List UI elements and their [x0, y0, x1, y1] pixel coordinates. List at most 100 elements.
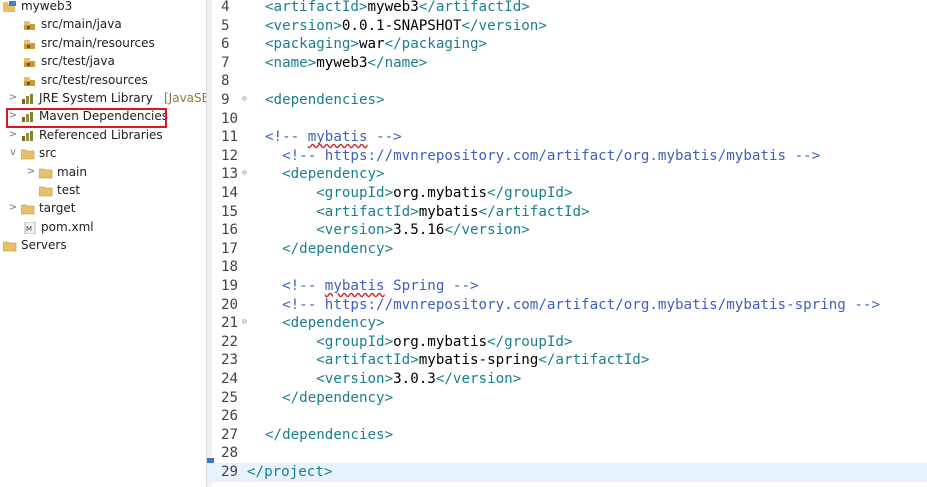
code-line[interactable]: 10: [207, 110, 927, 129]
library-icon: [21, 92, 34, 104]
code-text: <artifactId>mybatis-spring</artifactId>: [265, 351, 649, 370]
line-number: 19: [221, 278, 239, 294]
code-line[interactable]: 8: [207, 72, 927, 91]
code-line[interactable]: 13 ⊖ <dependency>: [207, 165, 927, 184]
code-text: <groupId>org.mybatis</groupId>: [265, 333, 572, 352]
fold-toggle-icon[interactable]: ⊖: [242, 168, 247, 178]
tree-item-jre[interactable]: > JRE System Library [JavaSE-11]: [0, 89, 206, 107]
xml-editor[interactable]: 4 <artifactId>myweb3</artifactId> 5 <versio…: [207, 0, 927, 487]
line-number: 18: [221, 259, 239, 276]
code-text: <!-- https://mvnrepository.com/artifact/…: [265, 147, 820, 166]
code-line[interactable]: 11 <!-- mybatis -->: [207, 128, 927, 147]
code-line[interactable]: 17 </dependency>: [207, 240, 927, 259]
tree-item-servers[interactable]: Servers: [0, 236, 206, 254]
code-text: <!-- https://mvnrepository.com/artifact/…: [265, 296, 880, 315]
code-token: <!-- https://mvnrepository.com/artifact/…: [265, 147, 821, 164]
tree-item-target[interactable]: > target: [0, 199, 206, 217]
folder-icon: [38, 166, 53, 178]
line-number: 28: [221, 445, 239, 462]
code-token: <dependency>: [265, 315, 385, 332]
tree-item-src-test-resources[interactable]: src/test/resources: [0, 71, 206, 89]
tree-item-src-main-resources[interactable]: src/main/resources: [0, 34, 206, 52]
tree-item-label: target: [39, 201, 76, 216]
tree-item-label: Servers: [21, 238, 67, 253]
code-line[interactable]: 7 <name>myweb3</name>: [207, 54, 927, 73]
code-line[interactable]: 24 <version>3.0.3</version>: [207, 370, 927, 389]
code-token: <dependency>: [265, 166, 385, 183]
svg-text:M: M: [26, 225, 32, 233]
tree-item-src[interactable]: v src: [0, 144, 206, 162]
code-line[interactable]: 12 <!-- https://mvnrepository.com/artifa…: [207, 147, 927, 166]
code-token: org.mybatis: [393, 185, 488, 201]
fold-toggle-icon[interactable]: ⊖: [242, 317, 247, 327]
code-line[interactable]: 22 <groupId>org.mybatis</groupId>: [207, 333, 927, 352]
tree-item-src-test-java[interactable]: src/test/java: [0, 52, 206, 70]
tree-item-myweb3[interactable]: myweb3: [0, 0, 206, 15]
tree-item-main[interactable]: > main: [0, 163, 206, 181]
code-line[interactable]: 19 <!-- mybatis Spring -->: [207, 277, 927, 296]
code-text: <dependency>: [265, 314, 385, 333]
code-token: <!-- https://mvnrepository.com/artifact/…: [265, 296, 880, 313]
line-number: 7: [221, 54, 230, 71]
code-text: </project>: [247, 463, 332, 482]
code-line[interactable]: 21 ⊖ <dependency>: [207, 314, 927, 333]
code-line[interactable]: 26: [207, 407, 927, 426]
code-token: </dependency>: [265, 240, 394, 257]
code-token: org.mybatis: [393, 333, 488, 350]
line-number: 24: [221, 371, 239, 387]
code-token: <packaging>: [265, 36, 359, 53]
expand-right-chevron-icon[interactable]: >: [8, 126, 18, 144]
code-token: 3.5.16: [393, 222, 445, 239]
code-line[interactable]: 18: [207, 258, 927, 277]
tree-item-label: JRE System Library: [39, 91, 153, 105]
code-token: <groupId>: [265, 333, 394, 350]
fold-toggle-icon[interactable]: ⊖: [242, 94, 247, 104]
code-line[interactable]: 6 <packaging>war</packaging>: [207, 35, 927, 54]
code-text: <!-- mybatis -->: [265, 128, 402, 147]
tree-item-ref-libs[interactable]: > Referenced Libraries: [0, 126, 206, 144]
expand-right-chevron-icon[interactable]: >: [26, 163, 36, 181]
code-text: <version>3.5.16</version>: [265, 221, 530, 240]
expand-down-chevron-icon[interactable]: v: [8, 144, 18, 162]
jre-version-label: [JavaSE-11]: [164, 91, 206, 105]
code-text: <groupId>org.mybatis</groupId>: [265, 184, 572, 203]
current-code-line[interactable]: 29 </project>: [207, 463, 927, 482]
folder-icon: [20, 202, 35, 215]
source-folder-icon: [23, 55, 36, 68]
library-icon: [21, 129, 34, 141]
line-number: 5: [221, 17, 230, 34]
code-token: <artifactId>: [265, 0, 368, 15]
code-line[interactable]: 9 ⊖ <dependencies>: [207, 91, 927, 110]
code-text: <dependency>: [265, 165, 385, 184]
expand-right-chevron-icon[interactable]: >: [8, 89, 18, 107]
code-token: </name>: [367, 54, 428, 71]
code-token: 3.0.3: [393, 371, 436, 387]
code-line[interactable]: 25 </dependency>: [207, 389, 927, 408]
code-token: <!--: [265, 278, 325, 294]
code-token: mybatis: [324, 278, 385, 294]
code-token: </dependency>: [265, 389, 394, 406]
code-line[interactable]: 16 <version>3.5.16</version>: [207, 221, 927, 240]
code-token: </artifactId>: [538, 352, 650, 369]
code-token: </version>: [444, 222, 530, 239]
expand-right-chevron-icon[interactable]: >: [8, 199, 18, 217]
tree-item-pom[interactable]: Mpom.xml: [0, 218, 206, 236]
tree-item-label: src/main/resources: [41, 35, 155, 50]
code-token: </artifactId>: [478, 203, 590, 220]
line-number: 16: [221, 222, 239, 239]
code-token: mybatis: [307, 129, 368, 146]
code-line[interactable]: 14 <groupId>org.mybatis</groupId>: [207, 184, 927, 203]
code-token: <version>: [265, 222, 394, 239]
tree-item-label: main: [57, 164, 87, 179]
code-line[interactable]: 5 <version>0.0.1-SNAPSHOT</version>: [207, 17, 927, 36]
code-line[interactable]: 20 <!-- https://mvnrepository.com/artifa…: [207, 296, 927, 315]
tree-item-test[interactable]: test: [0, 181, 206, 199]
tree-item-src-main-java[interactable]: src/main/java: [0, 15, 206, 33]
code-line[interactable]: 27 </dependencies>: [207, 426, 927, 445]
code-token: <!--: [265, 129, 308, 146]
code-line[interactable]: 4 <artifactId>myweb3</artifactId>: [207, 0, 927, 17]
code-line[interactable]: 28: [207, 444, 927, 463]
code-line[interactable]: 15 <artifactId>mybatis</artifactId>: [207, 203, 927, 222]
code-token: mybatis-spring: [418, 352, 539, 369]
code-line[interactable]: 23 <artifactId>mybatis-spring</artifactI…: [207, 351, 927, 370]
